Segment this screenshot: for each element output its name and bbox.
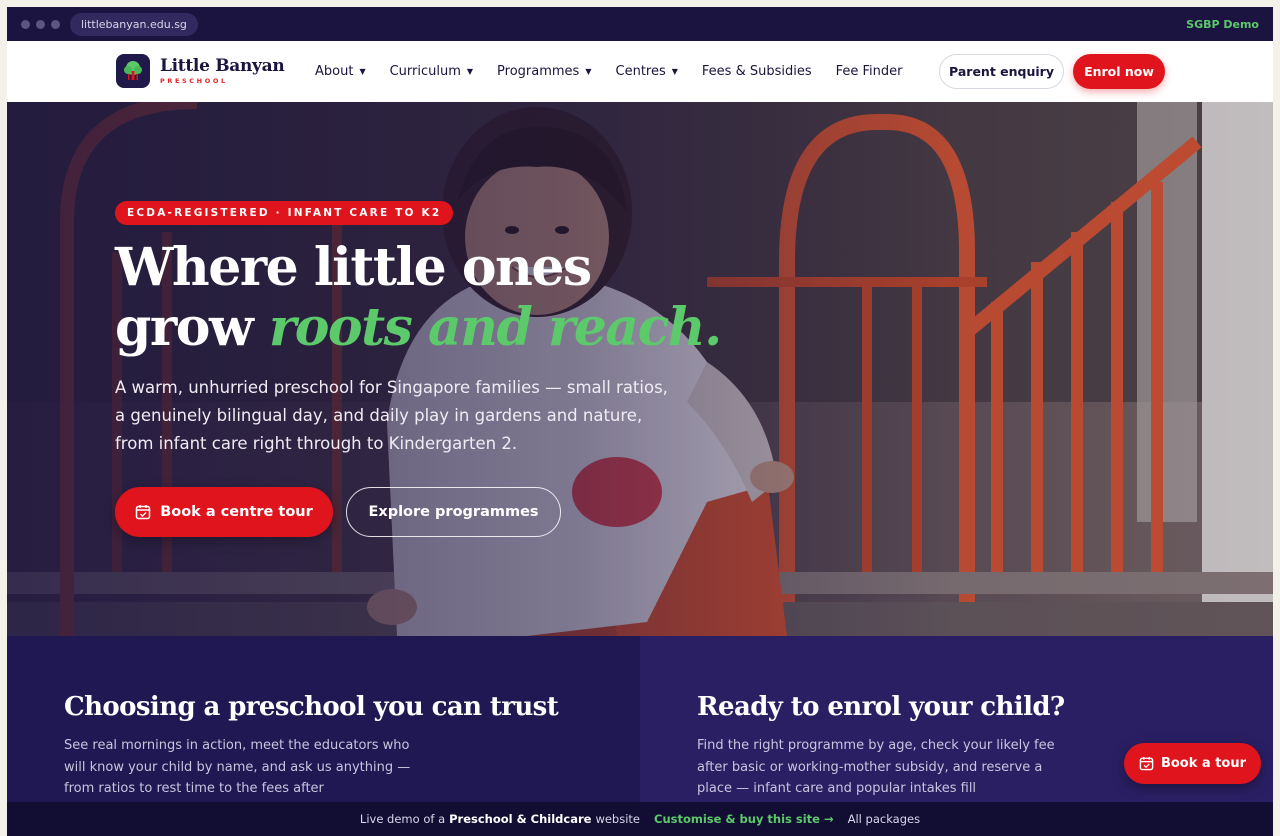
headline-line-1: Where little ones (115, 237, 592, 298)
brand-logo[interactable]: Little Banyan PRESCHOOL (116, 54, 285, 88)
hero-description: A warm, unhurried preschool for Singapor… (115, 378, 668, 453)
brand-tagline: PRESCHOOL (160, 77, 228, 85)
nav-label: About (315, 64, 354, 79)
window-controls (21, 19, 60, 29)
calendar-icon (1139, 756, 1154, 771)
all-packages-link[interactable]: All packages (848, 812, 920, 826)
chevron-down-icon: ▼ (359, 67, 366, 76)
demo-prefix: Live demo of a (359, 812, 446, 826)
headline-accent: roots and reach. (268, 297, 722, 358)
enrol-now-button[interactable]: Enrol now (1073, 54, 1165, 89)
hero-photo-playground (7, 102, 1273, 636)
ecda-badge: ECDA-REGISTERED · INFANT CARE TO K2 (115, 201, 454, 225)
address-bar[interactable]: littlebanyan.edu.sg (70, 12, 198, 36)
nav-item-about[interactable]: About ▼ (315, 64, 366, 79)
nav-label: Programmes (497, 64, 580, 79)
nav-item-centres[interactable]: Centres ▼ (616, 64, 678, 79)
floating-book-tour-button[interactable]: Book a tour (1124, 743, 1261, 784)
trust-panel-text: See real mornings in action, meet the ed… (64, 738, 411, 796)
browser-chrome: littlebanyan.edu.sg SGBP Demo (7, 7, 1273, 41)
demo-product: Preschool & Childcare (449, 812, 592, 826)
demo-suffix: website (595, 812, 641, 826)
customise-buy-link[interactable]: Customise & buy this site → (654, 812, 834, 826)
site-header: Little Banyan PRESCHOOL About ▼ Curriculu… (7, 41, 1273, 102)
window-dot[interactable] (51, 19, 60, 29)
brand-name: Little Banyan (160, 56, 285, 76)
headline-line-2: grow (115, 297, 269, 358)
nav-label: Centres (615, 64, 666, 79)
demo-tag: SGBP Demo (1186, 17, 1259, 31)
hero-section: ECDA-REGISTERED · INFANT CARE TO K2 Wher… (7, 102, 1273, 636)
explore-programmes-button[interactable]: Explore programmes (346, 487, 561, 537)
main-menu: About ▼ Curriculum ▼ Programmes ▼ Centres ▼ … (315, 41, 926, 102)
nav-item-curriculum[interactable]: Curriculum ▼ (390, 64, 473, 79)
enrol-panel-text: Find the right programme by age, check y… (697, 738, 1055, 796)
nav-item-programmes[interactable]: Programmes ▼ (497, 64, 591, 79)
enrol-panel-title: Ready to enrol your child? (697, 692, 1065, 722)
chevron-down-icon: ▼ (671, 67, 678, 76)
parent-enquiry-button[interactable]: Parent enquiry (939, 54, 1064, 89)
trust-panel-title: Choosing a preschool you can trust (64, 692, 559, 722)
calendar-icon (135, 505, 151, 520)
chevron-down-icon: ▼ (585, 67, 592, 76)
button-label: Book a tour (1160, 756, 1247, 771)
chevron-down-icon: ▼ (466, 67, 474, 76)
button-label: Book a centre tour (160, 504, 313, 520)
nav-item-fee-finder[interactable]: Fee Finder (836, 64, 903, 79)
window-dot[interactable] (21, 19, 30, 29)
banyan-tree-icon (116, 54, 150, 88)
nav-label: Curriculum (389, 64, 461, 79)
nav-label: Fees & Subsidies (701, 64, 812, 79)
nav-label: Fee Finder (835, 64, 903, 79)
book-centre-tour-button[interactable]: Book a centre tour (115, 487, 333, 537)
nav-item-fees-subsidies[interactable]: Fees & Subsidies (702, 64, 812, 79)
hero-headline: Where little ones grow roots and reach. (115, 238, 735, 358)
trust-panel: Choosing a preschool you can trust See r… (7, 636, 640, 802)
demo-bar: Live demo of a Preschool & Childcare web… (7, 802, 1273, 836)
window-dot[interactable] (36, 19, 45, 29)
